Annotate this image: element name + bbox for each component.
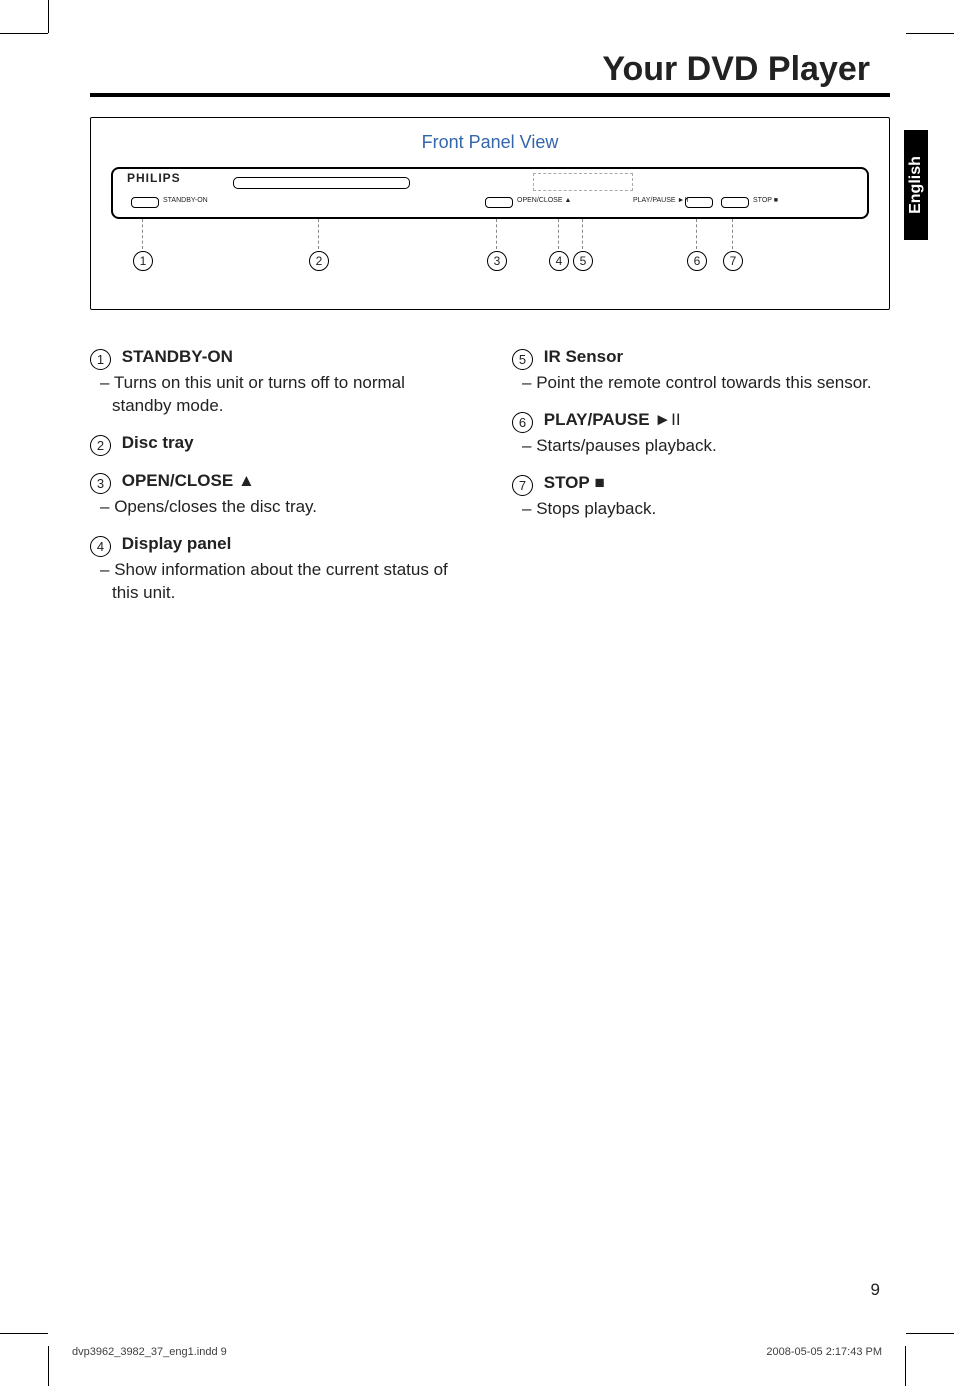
item-heading: PLAY/PAUSE	[544, 410, 650, 429]
callout-lead	[142, 219, 144, 249]
callout-number: 3	[487, 251, 507, 271]
callout-number: 6	[687, 251, 707, 271]
device-outline: PHILIPS STANDBY-ON OPEN/CLOSE ▲ PLAY/PAU…	[111, 167, 869, 219]
item-number: 2	[90, 435, 111, 456]
item-heading: Display panel	[122, 534, 232, 553]
item-description: Turns on this unit or turns off to norma…	[90, 372, 468, 418]
open-close-button-graphic	[485, 197, 513, 208]
diagram-caption: Front Panel View	[111, 132, 869, 153]
item-description: Starts/pauses playback.	[512, 435, 890, 458]
front-panel-diagram: Front Panel View PHILIPS STANDBY-ON OPEN…	[90, 117, 890, 310]
brand-logo: PHILIPS	[127, 171, 181, 185]
left-column: 1 STANDBY-ON Turns on this unit or turns…	[90, 346, 468, 619]
stop-label: STOP ■	[753, 197, 778, 204]
callout-lead	[732, 219, 734, 249]
crop-mark	[0, 33, 48, 34]
callout-lead	[582, 219, 584, 249]
standby-label: STANDBY-ON	[163, 197, 208, 204]
footer-timestamp: 2008-05-05 2:17:43 PM	[766, 1346, 882, 1358]
callout-number: 4	[549, 251, 569, 271]
item-description: Stops playback.	[512, 498, 890, 521]
stop-button-graphic	[721, 197, 749, 208]
callout-number: 2	[309, 251, 329, 271]
item-description: Point the remote control towards this se…	[512, 372, 890, 395]
item-stop: 7 STOP ■ Stops playback.	[512, 472, 890, 521]
item-heading: OPEN/CLOSE	[122, 471, 233, 490]
display-panel-graphic	[533, 173, 633, 191]
language-tab-label: English	[907, 156, 925, 214]
crop-mark	[48, 1346, 49, 1386]
item-number: 3	[90, 473, 111, 494]
callout-row: 1 2 3 4 5 6 7	[111, 219, 869, 273]
callout-lead	[558, 219, 560, 249]
item-heading: STANDBY-ON	[122, 347, 233, 366]
crop-mark	[906, 1333, 954, 1334]
item-number: 1	[90, 349, 111, 370]
footer: dvp3962_3982_37_eng1.indd 9 2008-05-05 2…	[72, 1346, 882, 1358]
callout-lead	[318, 219, 320, 249]
disc-tray-graphic	[233, 177, 410, 189]
item-disc-tray: 2 Disc tray	[90, 432, 468, 456]
stop-icon: ■	[594, 473, 604, 492]
item-number: 6	[512, 412, 533, 433]
page-title: Your DVD Player	[90, 50, 890, 89]
item-description: Opens/closes the disc tray.	[90, 496, 468, 519]
footer-filename: dvp3962_3982_37_eng1.indd 9	[72, 1346, 227, 1358]
item-number: 5	[512, 349, 533, 370]
eject-icon: ▲	[238, 471, 255, 490]
callout-number: 1	[133, 251, 153, 271]
item-heading: IR Sensor	[544, 347, 623, 366]
callout-number: 5	[573, 251, 593, 271]
play-pause-icon: ►II	[654, 410, 680, 429]
page-number: 9	[871, 1280, 880, 1300]
crop-mark	[905, 1346, 906, 1386]
crop-mark	[0, 1333, 48, 1334]
item-heading: Disc tray	[122, 433, 194, 452]
right-column: 5 IR Sensor Point the remote control tow…	[512, 346, 890, 619]
item-display-panel: 4 Display panel Show information about t…	[90, 533, 468, 605]
callout-lead	[496, 219, 498, 249]
language-tab: English	[904, 130, 928, 240]
item-description: Show information about the current statu…	[90, 559, 468, 605]
play-pause-label: PLAY/PAUSE ►II	[633, 197, 688, 204]
item-ir-sensor: 5 IR Sensor Point the remote control tow…	[512, 346, 890, 395]
play-pause-button-graphic	[685, 197, 713, 208]
crop-mark	[906, 33, 954, 34]
item-number: 4	[90, 536, 111, 557]
item-open-close: 3 OPEN/CLOSE ▲ Opens/closes the disc tra…	[90, 470, 468, 519]
standby-button-graphic	[131, 197, 159, 208]
open-close-label: OPEN/CLOSE ▲	[517, 197, 571, 204]
callout-number: 7	[723, 251, 743, 271]
item-standby: 1 STANDBY-ON Turns on this unit or turns…	[90, 346, 468, 418]
crop-mark	[48, 0, 49, 33]
item-heading: STOP	[544, 473, 590, 492]
item-number: 7	[512, 475, 533, 496]
callout-lead	[696, 219, 698, 249]
title-rule	[90, 93, 890, 97]
item-play-pause: 6 PLAY/PAUSE ►II Starts/pauses playback.	[512, 409, 890, 458]
